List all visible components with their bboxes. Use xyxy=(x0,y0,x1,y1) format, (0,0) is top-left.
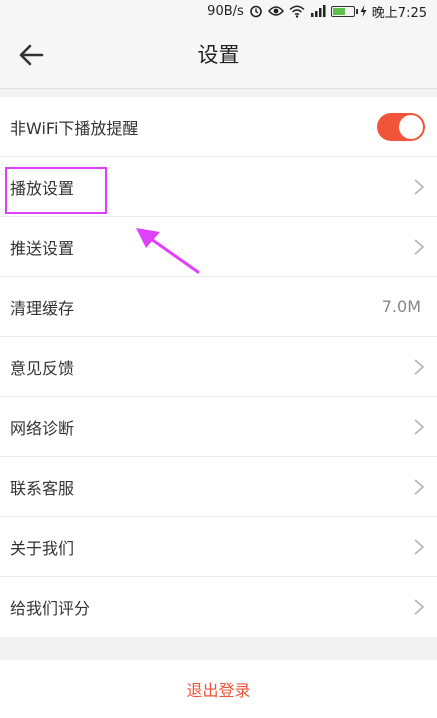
signal-icon xyxy=(310,5,326,17)
battery-icon xyxy=(330,5,358,17)
settings-item-label: 意见反馈 xyxy=(10,358,75,378)
settings-item-network-diagnosis[interactable]: 网络诊断 xyxy=(0,397,437,457)
eye-icon xyxy=(267,6,284,16)
settings-item-feedback[interactable]: 意见反馈 xyxy=(0,337,437,397)
logout-label: 退出登录 xyxy=(186,681,251,700)
settings-item-label: 清理缓存 xyxy=(10,298,75,318)
wifi-reminder-toggle[interactable] xyxy=(377,112,425,141)
settings-item-label: 推送设置 xyxy=(10,238,75,258)
settings-item-label: 给我们评分 xyxy=(10,599,91,618)
chevron-right-icon xyxy=(414,478,425,495)
chevron-right-icon xyxy=(414,358,425,375)
settings-item-playback[interactable]: 播放设置 xyxy=(0,157,437,217)
settings-item-customer-service[interactable]: 联系客服 xyxy=(0,457,437,517)
settings-item-label: 网络诊断 xyxy=(10,418,75,438)
alarm-icon xyxy=(249,5,262,18)
page-title: 设置 xyxy=(197,43,240,67)
chevron-right-icon xyxy=(414,599,425,615)
settings-item-about[interactable]: 关于我们 xyxy=(0,517,437,577)
settings-item-label: 播放设置 xyxy=(10,178,75,198)
chevron-right-icon xyxy=(414,538,425,555)
settings-item-label: 联系客服 xyxy=(10,478,75,498)
chevron-right-icon xyxy=(414,238,425,255)
settings-item-clear-cache[interactable]: 清理缓存 7.0M xyxy=(0,277,437,337)
settings-item-label: 非WiFi下播放提醒 xyxy=(10,118,139,138)
settings-item-wifi-reminder[interactable]: 非WiFi下播放提醒 xyxy=(0,97,437,157)
charging-icon xyxy=(360,5,367,17)
cache-size: 7.0M xyxy=(381,297,421,316)
status-bar: 90B/s 晚上7:25 xyxy=(0,0,437,22)
network-speed: 90B/s xyxy=(207,3,244,19)
header-bar: 设置 xyxy=(0,22,437,89)
settings-item-label: 关于我们 xyxy=(10,538,75,558)
settings-item-push[interactable]: 推送设置 xyxy=(0,217,437,277)
chevron-right-icon xyxy=(414,178,425,195)
toggle-knob xyxy=(399,114,423,139)
clock: 晚上7:25 xyxy=(371,5,427,21)
chevron-right-icon xyxy=(414,418,425,435)
settings-list: 非WiFi下播放提醒 播放设置 推送设置 清理缓存 7.0M 意见反馈 网络诊断… xyxy=(0,97,437,637)
back-arrow-icon[interactable] xyxy=(16,41,46,69)
settings-item-rate[interactable]: 给我们评分 xyxy=(0,577,437,637)
wifi-icon xyxy=(289,5,305,18)
logout-button[interactable]: 退出登录 xyxy=(0,660,437,718)
